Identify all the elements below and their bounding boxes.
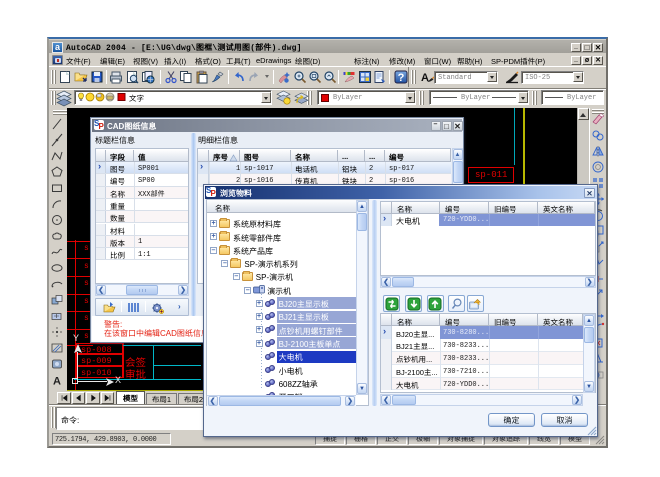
svg-text:A: A [421, 72, 429, 84]
svg-text:?: ? [398, 72, 405, 84]
svg-text:A: A [53, 376, 61, 388]
